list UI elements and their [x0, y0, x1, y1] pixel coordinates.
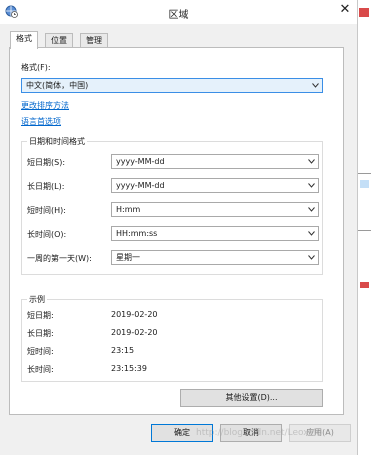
- long-date-value: yyyy-MM-dd: [116, 181, 165, 190]
- background-window-fragment: [360, 180, 369, 188]
- window-title: 区域: [168, 10, 189, 21]
- chevron-down-icon: [308, 255, 315, 260]
- tab-administrative[interactable]: 管理: [80, 33, 108, 48]
- region-dialog: 区域 ✕ 格式 位置 管理 格式(F): 中文(简体，中国) 更改排序方法 语言…: [0, 0, 358, 455]
- example-short-time-label: 短时间:: [27, 347, 54, 356]
- chevron-down-icon: [308, 159, 315, 164]
- first-day-of-week-select[interactable]: 星期一: [111, 250, 319, 265]
- format-tab-panel: 格式(F): 中文(简体，中国) 更改排序方法 语言首选项 日期和时间格式 短日…: [9, 47, 344, 415]
- change-sort-method-link[interactable]: 更改排序方法: [21, 100, 69, 111]
- close-icon: ✕: [339, 2, 351, 17]
- example-long-time-value: 23:15:39: [111, 364, 147, 373]
- examples-group-title: 示例: [27, 294, 47, 305]
- format-select-value: 中文(简体，中国): [26, 81, 89, 90]
- datetime-format-group: 日期和时间格式 短日期(S): yyyy-MM-dd 长日期(L): yyyy-…: [21, 136, 323, 275]
- chevron-down-icon: [308, 231, 315, 236]
- long-date-select[interactable]: yyyy-MM-dd: [111, 178, 319, 193]
- format-label: 格式(F):: [21, 63, 51, 72]
- title-bar: 区域 ✕: [0, 0, 357, 24]
- background-window-close-mark: [359, 8, 369, 17]
- example-long-date-value: 2019-02-20: [111, 328, 158, 337]
- background-window-fragment: [360, 282, 369, 288]
- datetime-group-title: 日期和时间格式: [27, 136, 87, 147]
- examples-group: 示例 短日期: 2019-02-20 长日期: 2019-02-20 短时间: …: [21, 294, 323, 382]
- short-time-select[interactable]: H:mm: [111, 202, 319, 217]
- long-time-label: 长时间(O):: [27, 230, 67, 239]
- first-day-of-week-label: 一周的第一天(W):: [27, 254, 92, 263]
- example-long-date-label: 长日期:: [27, 329, 54, 338]
- chevron-down-icon: [308, 207, 315, 212]
- close-button[interactable]: ✕: [336, 2, 354, 18]
- background-window-strip: [358, 0, 371, 455]
- language-preferences-link[interactable]: 语言首选项: [21, 116, 61, 127]
- chevron-down-icon: [308, 183, 315, 188]
- long-time-select[interactable]: HH:mm:ss: [111, 226, 319, 241]
- long-time-value: HH:mm:ss: [116, 229, 158, 238]
- chevron-down-icon: [312, 83, 319, 88]
- example-short-date-label: 短日期:: [27, 311, 54, 320]
- short-time-label: 短时间(H):: [27, 206, 66, 215]
- short-date-value: yyyy-MM-dd: [116, 157, 165, 166]
- tab-format[interactable]: 格式: [10, 31, 38, 49]
- other-settings-button[interactable]: 其他设置(D)...: [180, 389, 323, 407]
- watermark: http://blog.csdn.net/LeoxMo: [196, 428, 322, 438]
- short-date-select[interactable]: yyyy-MM-dd: [111, 154, 319, 169]
- background-window-divider: [358, 173, 371, 174]
- format-select[interactable]: 中文(简体，中国): [21, 78, 323, 93]
- example-long-time-label: 长时间:: [27, 365, 54, 374]
- short-time-value: H:mm: [116, 205, 141, 214]
- example-short-date-value: 2019-02-20: [111, 310, 158, 319]
- long-date-label: 长日期(L):: [27, 182, 65, 191]
- tab-location[interactable]: 位置: [45, 33, 73, 48]
- example-short-time-value: 23:15: [111, 346, 135, 355]
- background-window-divider: [358, 230, 371, 231]
- short-date-label: 短日期(S):: [27, 158, 66, 167]
- first-day-of-week-value: 星期一: [116, 253, 140, 262]
